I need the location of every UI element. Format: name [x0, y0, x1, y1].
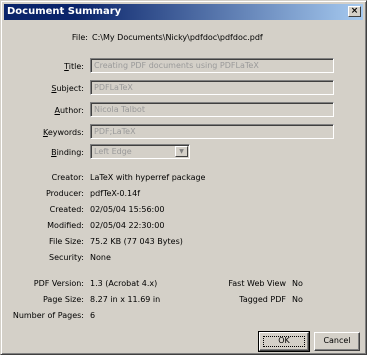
filesize-label: File Size: [48, 237, 84, 246]
created-value: 02/05/04 15:56:00 [90, 205, 165, 214]
created-label: Created: [49, 205, 84, 214]
binding-select[interactable]: Left Edge ▼ [90, 144, 190, 159]
pdf-version-value: 1.3 (Acrobat 4.x) [90, 279, 158, 288]
title-field[interactable]: Creating PDF documents using PDFLaTeX [90, 58, 334, 73]
keywords-label: Keywords: [42, 128, 84, 137]
binding-value: Left Edge [94, 147, 132, 156]
security-label: Security: [49, 253, 84, 262]
cancel-button[interactable]: Cancel [314, 332, 360, 351]
cancel-button-label: Cancel [323, 336, 351, 345]
modified-value: 02/05/04 22:30:00 [90, 221, 165, 230]
keywords-field[interactable]: PDF;LaTeX [90, 124, 334, 139]
filesize-value: 75.2 KB (77 043 Bytes) [90, 237, 183, 246]
page-size-label: Page Size: [42, 295, 84, 304]
author-field[interactable]: Nicola Talbot [90, 102, 334, 117]
author-label: Author: [54, 106, 85, 115]
document-summary-dialog: Document Summary × File: C:\My Documents… [0, 0, 367, 355]
close-button[interactable]: × [348, 6, 361, 17]
creator-label: Creator: [51, 173, 84, 182]
title-bar[interactable]: Document Summary × [4, 4, 363, 20]
file-path: C:\My Documents\Nicky\pdfdoc\pdfdoc.pdf [92, 33, 263, 42]
subject-label: Subject: [51, 84, 84, 93]
file-label: File: [71, 33, 88, 42]
chevron-down-icon: ▼ [179, 148, 184, 155]
binding-label: Binding: [51, 148, 84, 157]
close-icon: × [350, 6, 359, 16]
page-size-value: 8.27 in x 11.69 in [90, 295, 161, 304]
page-count-value: 6 [90, 311, 96, 320]
dropdown-arrow-button[interactable]: ▼ [175, 146, 188, 157]
security-value: None [90, 253, 111, 262]
creator-value: LaTeX with hyperref package [90, 173, 206, 182]
pdf-version-label: PDF Version: [33, 279, 84, 288]
title-label: Title: [64, 62, 84, 71]
producer-value: pdfTeX-0.14f [90, 189, 141, 198]
focus-rect [263, 336, 305, 347]
page-count-label: Number of Pages: [12, 311, 84, 320]
fast-web-view-value: No [292, 279, 303, 288]
dialog-title: Document Summary [7, 6, 122, 17]
tagged-pdf-value: No [292, 295, 303, 304]
fast-web-view-label: Fast Web View [228, 279, 286, 288]
subject-field[interactable]: PDFLaTeX [90, 80, 334, 95]
tagged-pdf-label: Tagged PDF [239, 295, 286, 304]
modified-label: Modified: [47, 221, 84, 230]
producer-label: Producer: [45, 189, 84, 198]
ok-button[interactable]: OK [258, 331, 310, 352]
